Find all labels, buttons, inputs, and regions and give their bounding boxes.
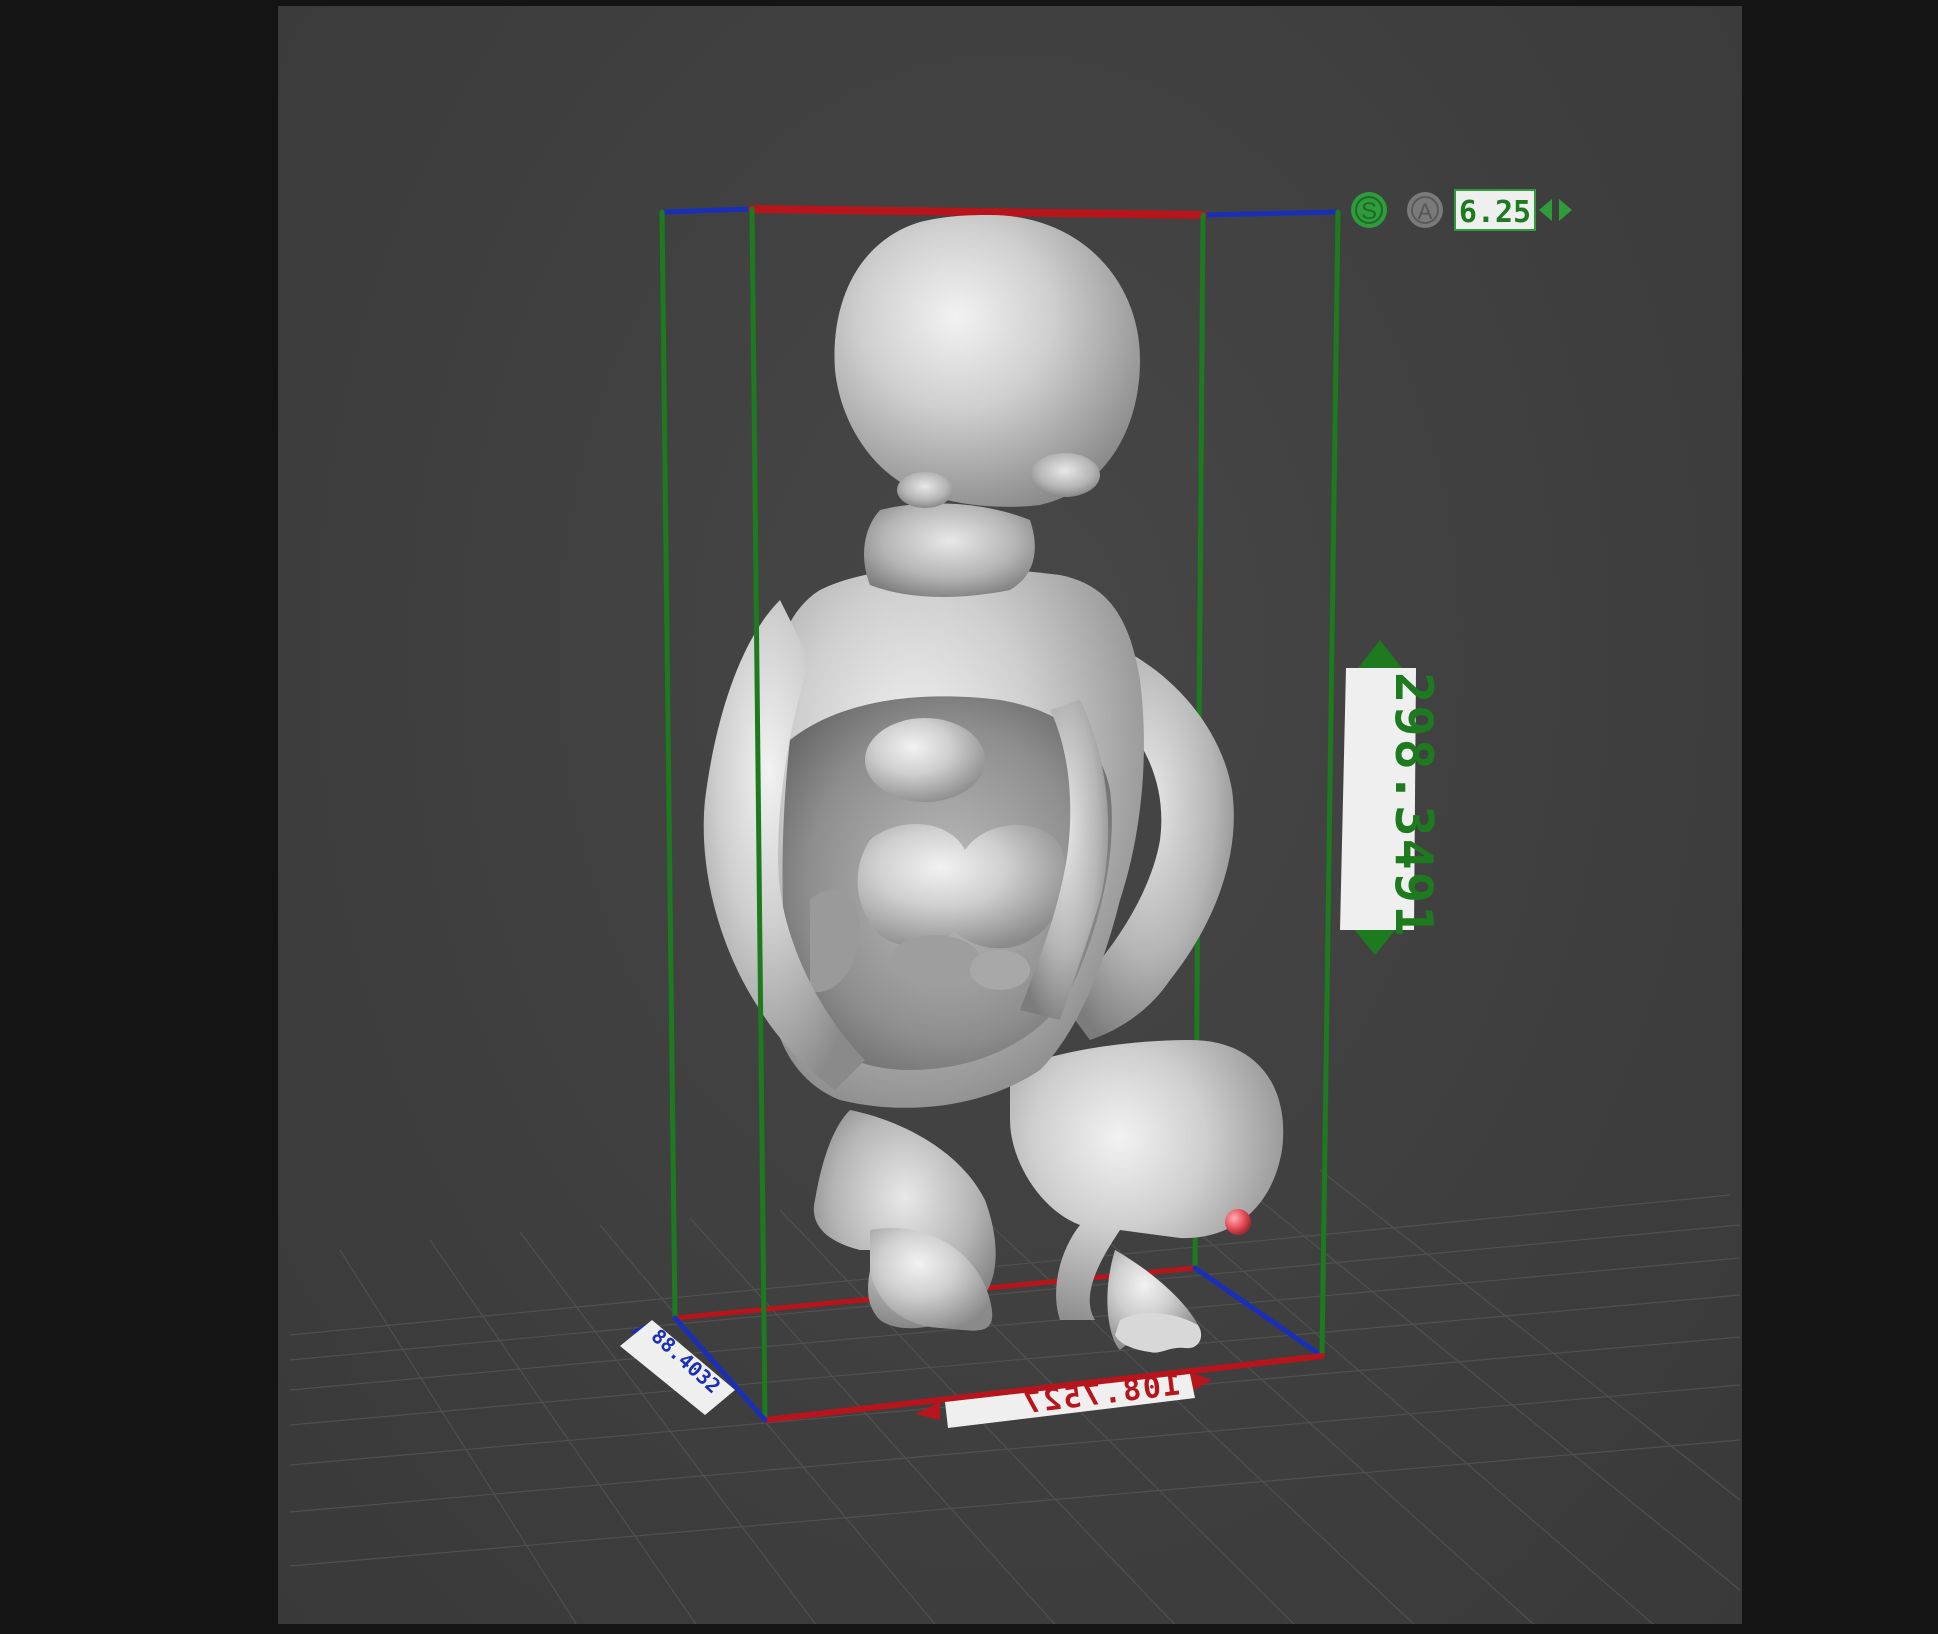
height-dimension-label[interactable]: 298.3491: [1340, 640, 1443, 955]
viewport-scene: 298.3491 108.7527 88.4032 S A 6.25: [289, 189, 1741, 1624]
scale-value: 6.25: [1459, 195, 1531, 230]
height-value: 298.3491: [1383, 672, 1443, 938]
auto-toggle[interactable]: A: [1407, 192, 1443, 228]
pivot-marker[interactable]: [1225, 1209, 1251, 1235]
scale-field[interactable]: 6.25: [1454, 189, 1536, 231]
scanned-model[interactable]: [703, 215, 1284, 1353]
snap-badge: S: [1361, 198, 1377, 225]
app-window: 298.3491 108.7527 88.4032 S A 6.25: [0, 0, 1938, 1634]
scale-increase-icon[interactable]: [1559, 199, 1572, 221]
snap-toggle[interactable]: S: [1351, 192, 1387, 228]
auto-badge: A: [1418, 199, 1433, 224]
scale-decrease-icon[interactable]: [1539, 199, 1552, 221]
gizmo-controls: S A 6.25: [1351, 189, 1572, 231]
